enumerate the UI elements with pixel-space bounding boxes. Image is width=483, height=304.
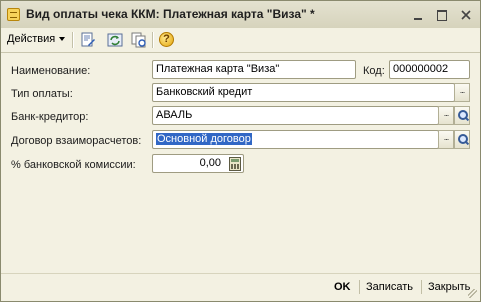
edit-doc-icon[interactable] — [80, 32, 96, 48]
minimize-icon[interactable] — [410, 7, 426, 23]
ok-button[interactable]: OK — [334, 281, 351, 293]
receipt-app-icon — [7, 8, 20, 21]
resize-grip[interactable] — [468, 289, 477, 298]
copy-doc-icon[interactable] — [131, 32, 147, 48]
close-icon[interactable] — [458, 7, 474, 23]
actions-menu-label: Действия — [7, 33, 56, 45]
contract-field[interactable]: Основной договор — [152, 130, 439, 149]
close-glyph — [461, 10, 471, 20]
name-field[interactable]: Платежная карта "Виза" — [152, 60, 356, 79]
bank-creditor-label: Банк-кредитор: — [11, 111, 89, 123]
toolbar-separator — [72, 32, 74, 48]
payment-type-field[interactable]: Банковский кредит — [152, 83, 455, 102]
contract-value: Основной договор — [156, 133, 252, 145]
title-bar[interactable]: Вид оплаты чека ККМ: Платежная карта "Ви… — [1, 1, 480, 29]
payment-type-select-button[interactable]: ... — [454, 83, 470, 102]
toolbar-separator — [152, 32, 154, 48]
toolbar: Действия ? — [1, 28, 480, 53]
help-icon[interactable]: ? — [159, 32, 174, 47]
code-field[interactable]: 000000002 — [389, 60, 470, 79]
commission-label: % банковской комиссии: — [11, 159, 136, 171]
code-label: Код: — [363, 65, 385, 77]
name-label: Наименование: — [11, 65, 91, 77]
contract-search-icon[interactable] — [454, 130, 470, 149]
footer-separator — [359, 280, 360, 294]
actions-menu[interactable]: Действия — [7, 33, 66, 45]
refresh-icon[interactable] — [107, 32, 123, 48]
footer-separator — [421, 280, 422, 294]
maximize-icon[interactable] — [434, 7, 450, 23]
close-button[interactable]: Закрыть — [428, 281, 470, 293]
payment-type-label: Тип оплаты: — [11, 88, 73, 100]
window-title: Вид оплаты чека ККМ: Платежная карта "Ви… — [26, 7, 315, 21]
save-button[interactable]: Записать — [366, 281, 413, 293]
dialog-window: Вид оплаты чека ККМ: Платежная карта "Ви… — [0, 0, 481, 302]
footer-divider — [1, 273, 480, 274]
bank-creditor-field[interactable]: АВАЛЬ — [152, 106, 439, 125]
calculator-icon[interactable] — [229, 157, 241, 171]
bank-creditor-search-icon[interactable] — [454, 106, 470, 125]
bank-creditor-select-button[interactable]: ... — [438, 106, 454, 125]
chevron-down-icon — [59, 37, 66, 42]
contract-select-button[interactable]: ... — [438, 130, 454, 149]
contract-label: Договор взаиморасчетов: — [11, 135, 142, 147]
